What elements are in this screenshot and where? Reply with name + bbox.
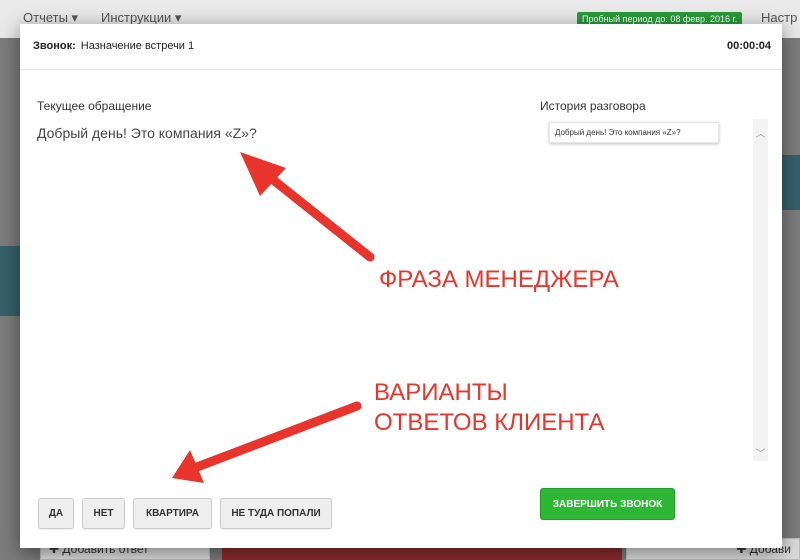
scroll-up-icon[interactable]: ︿ <box>753 125 768 140</box>
annotation-client-answers-line1: ВАРИАНТЫ <box>374 379 508 406</box>
call-timer: 00:00:04 <box>726 40 771 52</box>
history-scrollbar[interactable]: ︿ ﹀ <box>753 119 768 461</box>
background-red-bar <box>222 546 622 560</box>
background-left-dark-block <box>0 246 20 316</box>
answer-yes-button[interactable]: ДА <box>38 498 74 529</box>
call-script-name: Назначение встречи 1 <box>80 40 195 52</box>
answer-no-button[interactable]: НЕТ <box>82 498 125 529</box>
background-right-panel <box>782 38 800 560</box>
current-request-label: Текущее обращение <box>37 99 152 113</box>
answer-wrong-number-button[interactable]: НЕ ТУДА ПОПАЛИ <box>220 498 332 529</box>
call-label: Звонок: <box>33 40 76 52</box>
scroll-down-icon[interactable]: ﹀ <box>753 445 768 460</box>
answer-apartment-button[interactable]: КВАРТИРА <box>133 498 212 529</box>
modal-title: Звонок: Назначение встречи 1 <box>33 40 194 52</box>
modal-header: Звонок: Назначение встречи 1 00:00:04 <box>20 24 782 70</box>
nav-settings[interactable]: Настр <box>761 10 797 25</box>
annotation-client-answers-line2: ОТВЕТОВ КЛИЕНТА <box>374 409 605 436</box>
annotation-manager-phrase: ФРАЗА МЕНЕДЖЕРА <box>379 266 619 293</box>
finish-call-button[interactable]: ЗАВЕРШИТЬ ЗВОНОК <box>540 488 675 520</box>
history-label: История разговора <box>540 99 646 113</box>
history-item: Добрый день! Это компания «Z»? <box>549 122 719 143</box>
current-phrase: Добрый день! Это компания «Z»? <box>37 125 257 141</box>
background-right-dark-block <box>782 155 800 210</box>
